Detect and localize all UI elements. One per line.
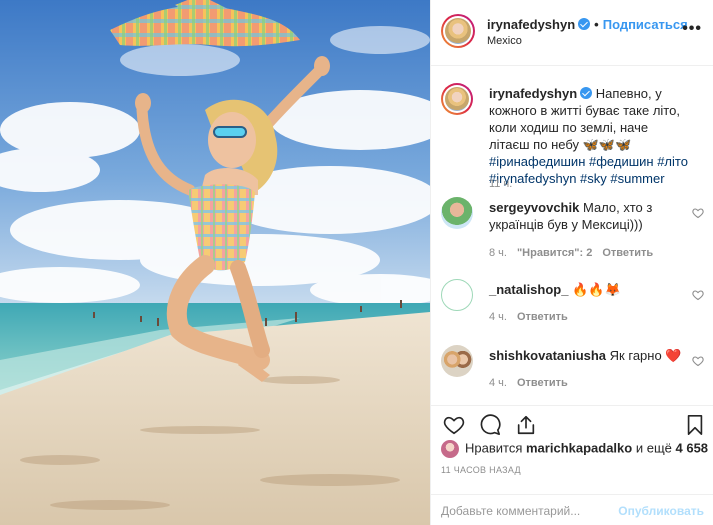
publish-button[interactable]: Опубликовать xyxy=(618,504,704,518)
commenter-avatar[interactable] xyxy=(441,197,473,229)
comment-meta: 4 ч. Ответить xyxy=(489,377,578,389)
comment-time[interactable]: 4 ч. xyxy=(489,377,507,389)
comment-meta: 4 ч. Ответить xyxy=(489,311,578,323)
heart-icon[interactable] xyxy=(692,355,704,367)
comment-body: sergeyvovchik Мало, хто з українців був … xyxy=(489,199,689,233)
beach-photo xyxy=(0,0,430,525)
comment-time[interactable]: 8 ч. xyxy=(489,247,507,259)
verified-icon xyxy=(580,87,593,99)
likes-summary: Нравится marichkapadalko и ещё 4 658 xyxy=(441,440,711,458)
comments-list: irynafedyshyn Напевно, у кожного в житті… xyxy=(431,67,713,405)
heart-icon[interactable] xyxy=(692,207,704,219)
caption-avatar[interactable] xyxy=(441,83,473,115)
comment-username[interactable]: sergeyvovchik xyxy=(489,200,579,215)
liker-username[interactable]: marichkapadalko xyxy=(526,440,632,455)
share-icon[interactable] xyxy=(515,414,537,436)
author-avatar[interactable] xyxy=(441,14,475,48)
comment-text: 🔥🔥🦊 xyxy=(572,282,621,297)
likes-count[interactable]: 4 658 xyxy=(676,440,709,455)
post-photo[interactable] xyxy=(0,0,430,525)
caption-emoji: 🦋🦋🦋 xyxy=(582,137,632,152)
heart-icon[interactable] xyxy=(443,414,465,436)
post-time[interactable]: 11 ЧАСОВ НАЗАД xyxy=(441,465,521,475)
comment-text: Як гарно ❤️ xyxy=(609,348,682,363)
bookmark-icon[interactable] xyxy=(684,414,706,436)
likes-prefix: Нравится xyxy=(465,440,523,456)
comment-likes[interactable]: "Нравится": 2 xyxy=(517,247,592,259)
add-comment-bar: Опубликовать xyxy=(431,494,713,525)
comment-username[interactable]: shishkovataniusha xyxy=(489,348,606,363)
verified-icon xyxy=(578,18,591,30)
heart-icon[interactable] xyxy=(692,289,704,301)
caption-body: irynafedyshyn Напевно, у кожного в житті… xyxy=(489,85,689,187)
comment-input[interactable] xyxy=(441,501,621,521)
comment-body: shishkovataniusha Як гарно ❤️ xyxy=(489,347,689,364)
author-username[interactable]: irynafedyshyn xyxy=(487,17,575,32)
commenter-avatar[interactable] xyxy=(441,279,473,311)
dot-separator: • xyxy=(594,17,599,32)
post-location[interactable]: Mexico xyxy=(487,35,522,47)
comment-icon[interactable] xyxy=(479,414,501,436)
action-bar xyxy=(431,405,713,435)
author-line: irynafedyshyn • Подписаться xyxy=(487,17,688,32)
reply-button[interactable]: Ответить xyxy=(517,311,568,323)
reply-button[interactable]: Ответить xyxy=(517,377,568,389)
comment-username[interactable]: _natalishop_ xyxy=(489,282,568,297)
caption-meta: 11 ч. xyxy=(489,178,522,190)
post-header: irynafedyshyn • Подписаться Mexico ••• xyxy=(431,0,713,66)
comment-body: _natalishop_ 🔥🔥🦊 xyxy=(489,281,689,298)
reply-button[interactable]: Ответить xyxy=(602,247,653,259)
follow-button[interactable]: Подписаться xyxy=(603,17,688,32)
likes-middle: и ещё xyxy=(635,440,672,456)
more-icon[interactable]: ••• xyxy=(682,20,702,38)
commenter-avatar[interactable] xyxy=(441,345,473,377)
comment-meta: 8 ч. "Нравится": 2 Ответить xyxy=(489,247,663,259)
post-side-panel: irynafedyshyn • Подписаться Mexico ••• iry… xyxy=(430,0,713,525)
comment-time[interactable]: 4 ч. xyxy=(489,311,507,323)
caption-time[interactable]: 11 ч. xyxy=(489,178,512,190)
caption-username[interactable]: irynafedyshyn xyxy=(489,86,577,101)
liker-avatar[interactable] xyxy=(441,440,459,458)
